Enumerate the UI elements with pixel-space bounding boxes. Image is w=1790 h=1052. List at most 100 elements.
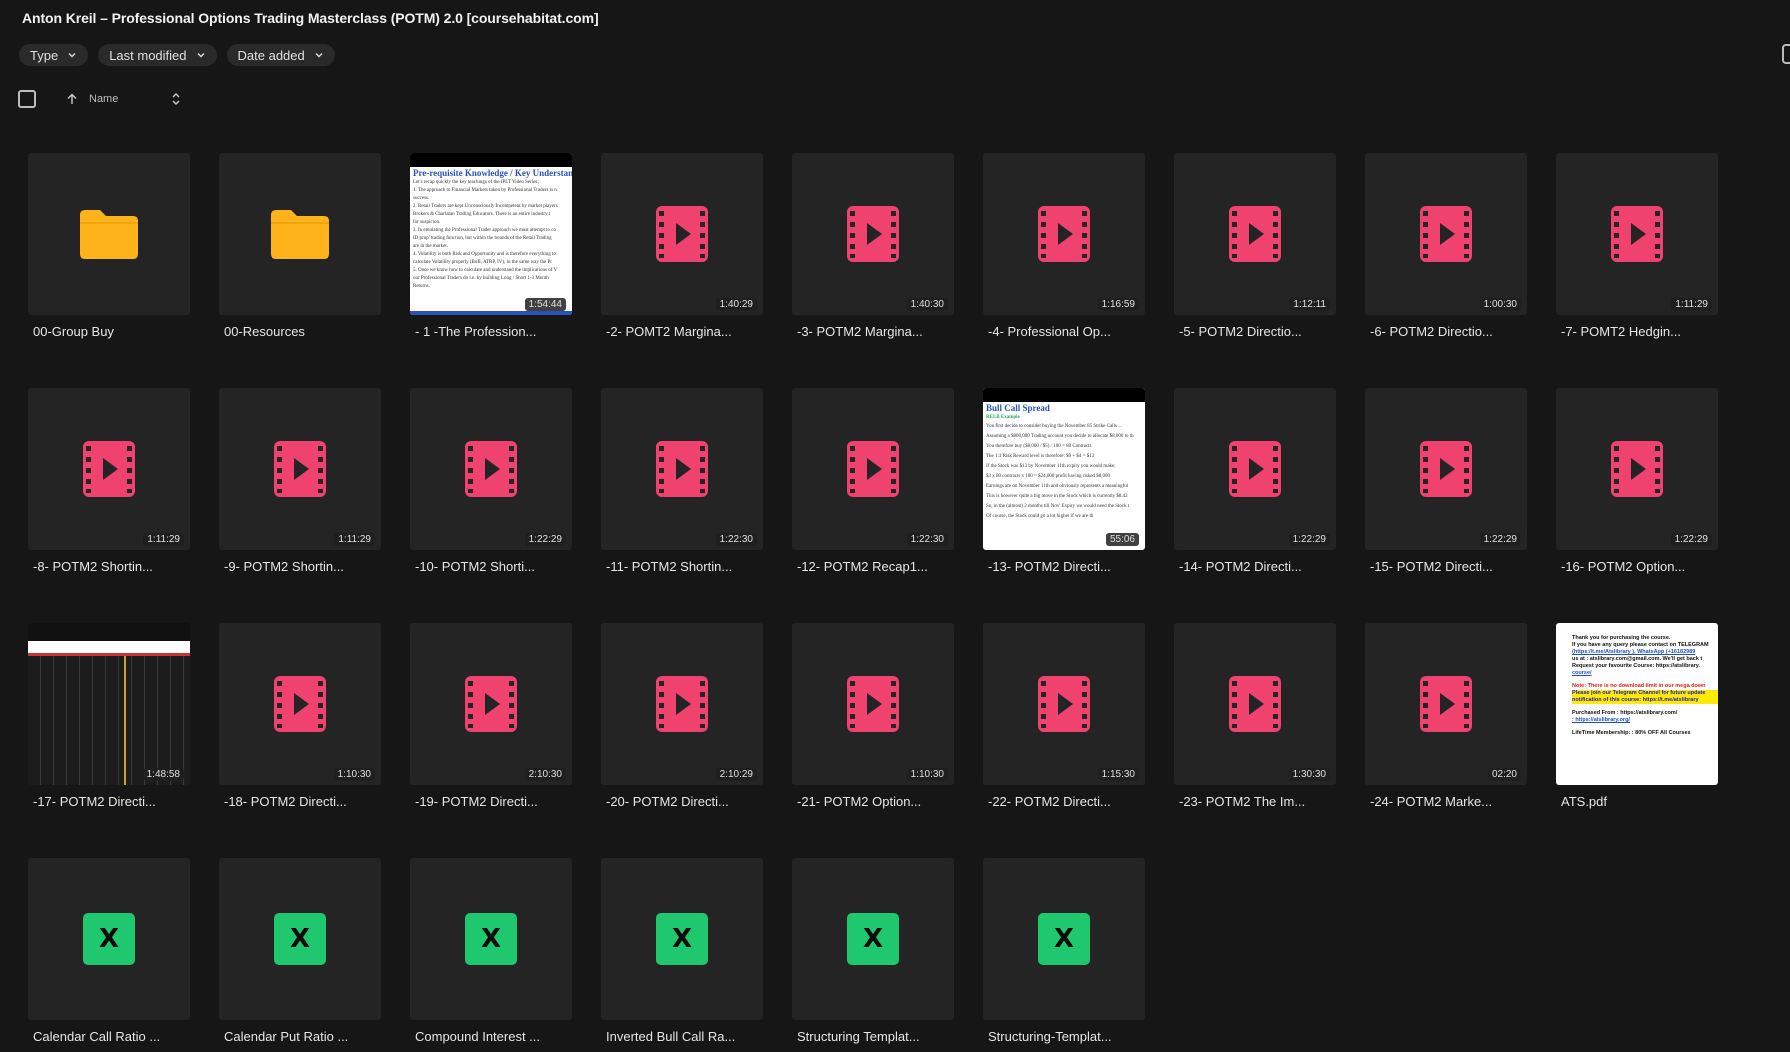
file-tile[interactable]: Thank you for purchasing the course. If y… xyxy=(1556,623,1718,809)
file-thumbnail[interactable]: 1:40:29 xyxy=(601,153,763,315)
file-tile[interactable]: 1:11:29 -7- POMT2 Hedgin... xyxy=(1556,153,1718,339)
file-thumbnail[interactable]: X xyxy=(792,858,954,1020)
file-thumbnail[interactable] xyxy=(219,153,381,315)
select-all-checkbox[interactable] xyxy=(18,90,36,108)
video-file-icon xyxy=(1611,441,1663,497)
file-tile[interactable]: X Calendar Put Ratio ... xyxy=(219,858,381,1044)
file-name: -22- POTM2 Directi... xyxy=(988,794,1111,809)
file-tile[interactable]: 1:48:58 -17- POTM2 Directi... xyxy=(28,623,190,809)
chevron-down-icon xyxy=(315,53,323,58)
file-tile[interactable]: X Compound Interest ... xyxy=(410,858,572,1044)
pdf-preview-line: Please join our Telegram Channel for fut… xyxy=(1572,690,1718,697)
preview-line: Earnings are on November 11th and obviou… xyxy=(986,484,1129,489)
file-tile[interactable]: 1:12:11 -5- POTM2 Directio... xyxy=(1174,153,1336,339)
video-file-icon xyxy=(1229,676,1281,732)
pdf-preview-line: us at : atslibrary.com@gmail.com. We'll … xyxy=(1572,656,1703,662)
file-tile[interactable]: 1:16:59 -4- Professional Op... xyxy=(983,153,1145,339)
file-name: -4- Professional Op... xyxy=(988,324,1111,339)
file-thumbnail[interactable]: 1:10:30 xyxy=(219,623,381,785)
filter-last-modified[interactable]: Last modified xyxy=(98,44,217,66)
file-thumbnail[interactable]: 1:22:29 xyxy=(410,388,572,550)
file-tile[interactable]: 1:22:29 -14- POTM2 Directi... xyxy=(1174,388,1336,574)
file-tile[interactable]: 1:11:29 -8- POTM2 Shortin... xyxy=(28,388,190,574)
file-tile[interactable]: 1:40:30 -3- POTM2 Margina... xyxy=(792,153,954,339)
file-tile[interactable]: 2:10:30 -19- POTM2 Directi... xyxy=(410,623,572,809)
file-thumbnail[interactable]: 1:10:30 xyxy=(792,623,954,785)
file-thumbnail[interactable]: 1:22:29 xyxy=(1174,388,1336,550)
file-thumbnail[interactable]: 1:11:29 xyxy=(1556,153,1718,315)
page-title: Anton Kreil – Professional Options Tradi… xyxy=(22,10,599,26)
file-thumbnail[interactable]: 2:10:30 xyxy=(410,623,572,785)
file-thumbnail[interactable]: X xyxy=(601,858,763,1020)
file-thumbnail[interactable]: Pre-requisite Knowledge / Key Understand… xyxy=(410,153,572,315)
duration-badge: 1:30:30 xyxy=(1288,768,1330,781)
file-name: -5- POTM2 Directio... xyxy=(1179,324,1302,339)
file-tile[interactable]: X Calendar Call Ratio ... xyxy=(28,858,190,1044)
file-thumbnail[interactable]: 1:22:29 xyxy=(1365,388,1527,550)
file-thumbnail[interactable]: 1:16:59 xyxy=(983,153,1145,315)
file-tile[interactable]: 1:22:29 -10- POTM2 Shorti... xyxy=(410,388,572,574)
filter-bar: Type Last modified Date added xyxy=(19,44,335,66)
arrow-up-icon[interactable] xyxy=(65,92,79,106)
video-file-icon xyxy=(847,676,899,732)
file-tile[interactable]: X Inverted Bull Call Ra... xyxy=(601,858,763,1044)
duration-badge: 1:12:11 xyxy=(1289,298,1330,311)
file-tile[interactable]: 1:22:30 -12- POTM2 Recap1... xyxy=(792,388,954,574)
file-tile[interactable]: Bull Call Spread RELB Example You first de… xyxy=(983,388,1145,574)
file-tile[interactable]: 00-Resources xyxy=(219,153,381,339)
file-tile[interactable]: 1:15:30 -22- POTM2 Directi... xyxy=(983,623,1145,809)
duration-badge: 1:54:44 xyxy=(524,298,566,311)
file-tile[interactable]: X Structuring-Templat... xyxy=(983,858,1145,1044)
file-tile[interactable]: 1:10:30 -21- POTM2 Option... xyxy=(792,623,954,809)
file-thumbnail[interactable]: X xyxy=(219,858,381,1020)
file-tile[interactable]: 1:22:29 -15- POTM2 Directi... xyxy=(1365,388,1527,574)
file-tile[interactable]: 1:10:30 -18- POTM2 Directi... xyxy=(219,623,381,809)
file-thumbnail[interactable]: 1:48:58 xyxy=(28,623,190,785)
file-thumbnail[interactable] xyxy=(28,153,190,315)
sort-toggle-icon[interactable] xyxy=(170,91,182,107)
file-tile[interactable]: 1:11:29 -9- POTM2 Shortin... xyxy=(219,388,381,574)
file-thumbnail[interactable]: 1:15:30 xyxy=(983,623,1145,785)
file-thumbnail[interactable]: 2:10:29 xyxy=(601,623,763,785)
file-tile[interactable]: 1:00:30 -6- POTM2 Directio... xyxy=(1365,153,1527,339)
file-tile[interactable]: 1:22:29 -16- POTM2 Option... xyxy=(1556,388,1718,574)
file-name: Calendar Put Ratio ... xyxy=(224,1029,349,1044)
sort-field-label[interactable]: Name xyxy=(89,93,118,105)
file-thumbnail[interactable]: 1:22:30 xyxy=(792,388,954,550)
file-thumbnail[interactable]: 1:00:30 xyxy=(1365,153,1527,315)
filter-label: Last modified xyxy=(109,47,187,63)
file-thumbnail[interactable]: X xyxy=(983,858,1145,1020)
file-thumbnail[interactable]: 1:30:30 xyxy=(1174,623,1336,785)
file-thumbnail[interactable]: 1:11:29 xyxy=(219,388,381,550)
file-tile[interactable]: 1:22:30 -11- POTM2 Shortin... xyxy=(601,388,763,574)
video-file-icon xyxy=(1038,206,1090,262)
file-tile[interactable]: X Structuring Templat... xyxy=(792,858,954,1044)
details-panel-icon[interactable] xyxy=(1782,44,1790,64)
file-thumbnail[interactable]: 1:22:30 xyxy=(601,388,763,550)
file-tile[interactable]: Pre-requisite Knowledge / Key Understand… xyxy=(410,153,572,339)
file-thumbnail[interactable]: Thank you for purchasing the course. If y… xyxy=(1556,623,1718,785)
file-tile[interactable]: 1:40:29 -2- POMT2 Margina... xyxy=(601,153,763,339)
file-thumbnail[interactable]: 02:20 xyxy=(1365,623,1527,785)
filter-type[interactable]: Type xyxy=(19,44,89,66)
file-thumbnail[interactable]: 1:11:29 xyxy=(28,388,190,550)
file-thumbnail[interactable]: 1:12:11 xyxy=(1174,153,1336,315)
file-tile[interactable]: 00-Group Buy xyxy=(28,153,190,339)
file-tile[interactable]: 02:20 -24- POTM2 Marke... xyxy=(1365,623,1527,809)
video-file-icon xyxy=(274,676,326,732)
file-thumbnail[interactable]: 1:22:29 xyxy=(1556,388,1718,550)
file-tile[interactable]: 2:10:29 -20- POTM2 Directi... xyxy=(601,623,763,809)
filter-date-added[interactable]: Date added xyxy=(226,44,335,66)
file-thumbnail[interactable]: X xyxy=(28,858,190,1020)
video-file-icon xyxy=(847,206,899,262)
duration-badge: 02:20 xyxy=(1487,768,1521,781)
file-thumbnail[interactable]: X xyxy=(410,858,572,1020)
file-name: 00-Group Buy xyxy=(33,324,114,339)
excel-file-icon: X xyxy=(847,913,899,965)
file-thumbnail[interactable]: Bull Call Spread RELB Example You first de… xyxy=(983,388,1145,550)
file-tile[interactable]: 1:30:30 -23- POTM2 The Im... xyxy=(1174,623,1336,809)
video-file-icon xyxy=(656,441,708,497)
file-name: -11- POTM2 Shortin... xyxy=(606,559,733,574)
file-thumbnail[interactable]: 1:40:30 xyxy=(792,153,954,315)
file-name: -14- POTM2 Directi... xyxy=(1179,559,1302,574)
